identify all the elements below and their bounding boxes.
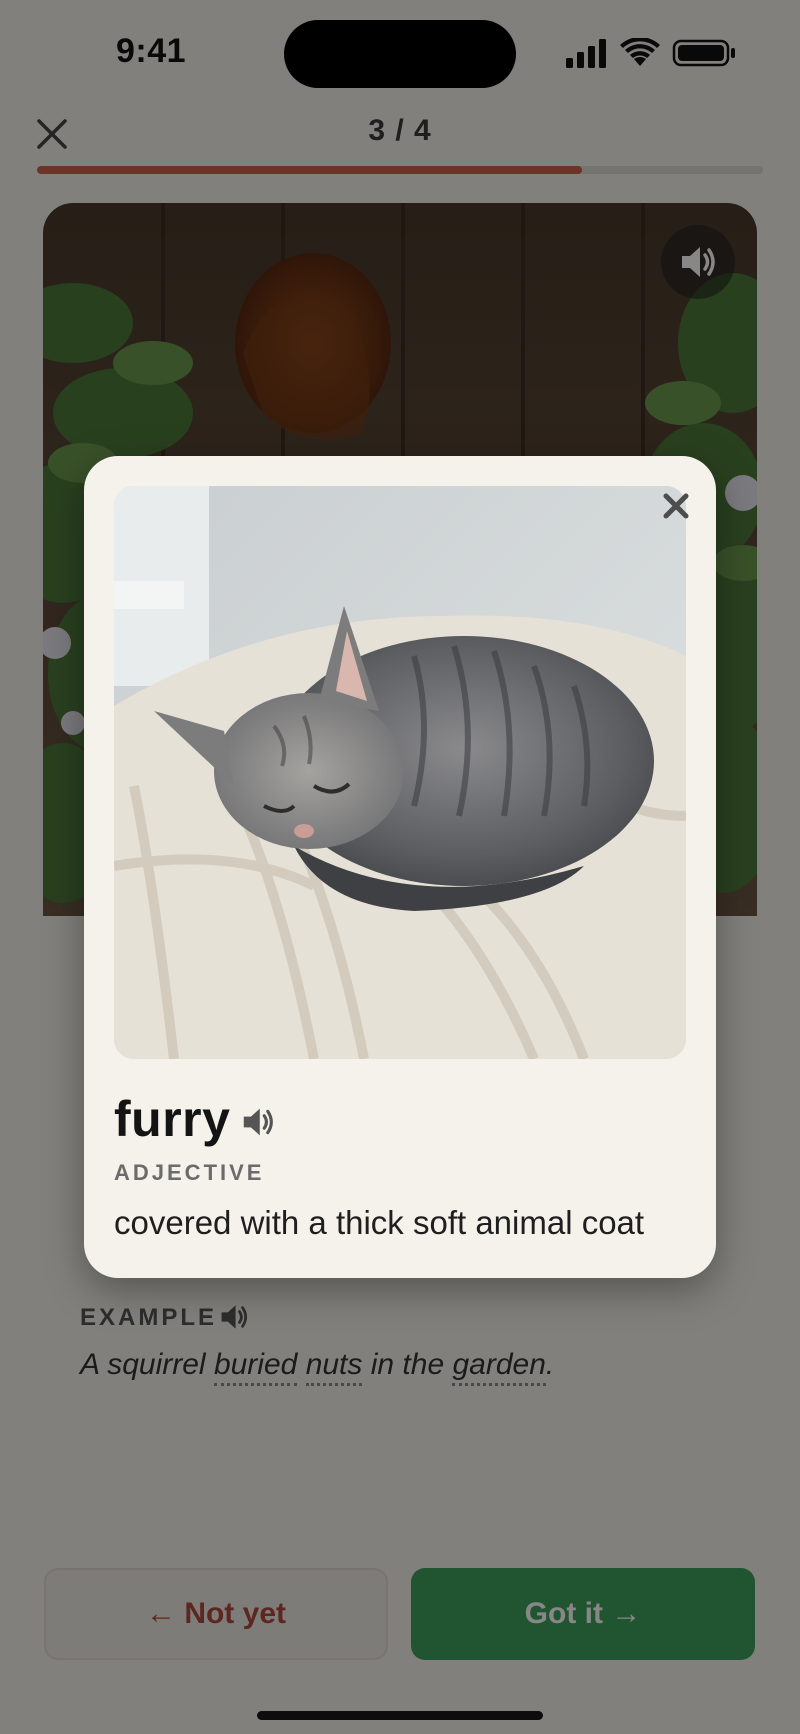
definition-text: covered with a thick soft animal coat xyxy=(114,1204,645,1241)
word-title: furry xyxy=(114,1091,231,1147)
word-detail-modal: furry ADJECTIVE covered with a thick sof… xyxy=(84,456,716,1278)
speaker-icon xyxy=(243,1108,273,1136)
close-icon xyxy=(663,493,689,519)
word-image xyxy=(114,486,686,1059)
sleeping-kitten-photo xyxy=(114,486,686,1059)
word-audio-button[interactable] xyxy=(240,1106,276,1138)
part-of-speech: ADJECTIVE xyxy=(114,1160,265,1185)
modal-close-button[interactable] xyxy=(656,486,696,526)
